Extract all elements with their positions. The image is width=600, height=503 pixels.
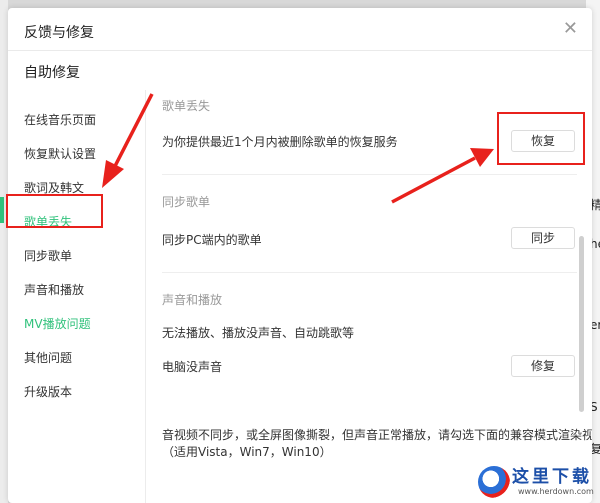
no-sound-label: 电脑没声音: [162, 360, 223, 374]
sidebar-item-sync-playlist[interactable]: 同步歌单: [24, 247, 72, 264]
watermark-logo-icon: [478, 466, 510, 498]
sidebar-item-other-issues[interactable]: 其他问题: [24, 349, 72, 366]
sound-playback-description: 无法播放、播放没声音、自动跳歌等: [162, 326, 355, 340]
sidebar-item-online-music[interactable]: 在线音乐页面: [24, 111, 96, 128]
background-app-left: [0, 0, 8, 503]
sync-playlist-description: 同步PC端内的歌单: [162, 233, 262, 247]
annotation-box-restore-button: [497, 112, 585, 165]
background-active-indicator: [0, 197, 4, 223]
section-heading-playlist-lost: 歌单丢失: [162, 99, 211, 113]
close-icon[interactable]: ✕: [563, 20, 578, 38]
video-sync-note: 音视频不同步，或全屏图像撕裂，但声音正常播放，请勾选下面的兼容模式渲染视频: [162, 428, 592, 442]
sidebar-item-mv-playback[interactable]: MV播放问题: [24, 315, 91, 332]
divider: [162, 272, 577, 273]
dialog-title: 反馈与修复: [24, 25, 94, 41]
sidebar-item-sound-playback[interactable]: 声音和播放: [24, 281, 84, 298]
video-sync-note-os: （适用Vista，Win7，Win10）: [162, 445, 332, 459]
sidebar: 在线音乐页面 恢复默认设置 歌词及韩文 歌单丢失 同步歌单 声音和播放 MV播放…: [8, 90, 146, 503]
feedback-repair-dialog: 反馈与修复 ✕ 自助修复 在线音乐页面 恢复默认设置 歌词及韩文 歌单丢失 同步…: [8, 8, 592, 503]
watermark-url: www.herdown.com: [518, 487, 594, 496]
sidebar-item-restore-defaults[interactable]: 恢复默认设置: [24, 145, 96, 162]
watermark: 这里下载 www.herdown.com: [478, 460, 600, 503]
section-heading-sound-playback: 声音和播放: [162, 293, 223, 307]
sync-button[interactable]: 同步: [511, 227, 575, 249]
annotation-box-playlist-lost: [6, 194, 103, 228]
section-heading-sync-playlist: 同步歌单: [162, 195, 211, 209]
divider: [162, 174, 577, 175]
repair-button[interactable]: 修复: [511, 355, 575, 377]
scrollbar[interactable]: [579, 236, 584, 412]
playlist-recovery-description: 为你提供最近1个月内被删除歌单的恢复服务: [162, 135, 398, 149]
sidebar-item-upgrade[interactable]: 升级版本: [24, 383, 72, 400]
section-title: 自助修复: [24, 65, 80, 81]
watermark-title: 这里下载: [512, 467, 592, 487]
divider: [8, 50, 592, 51]
